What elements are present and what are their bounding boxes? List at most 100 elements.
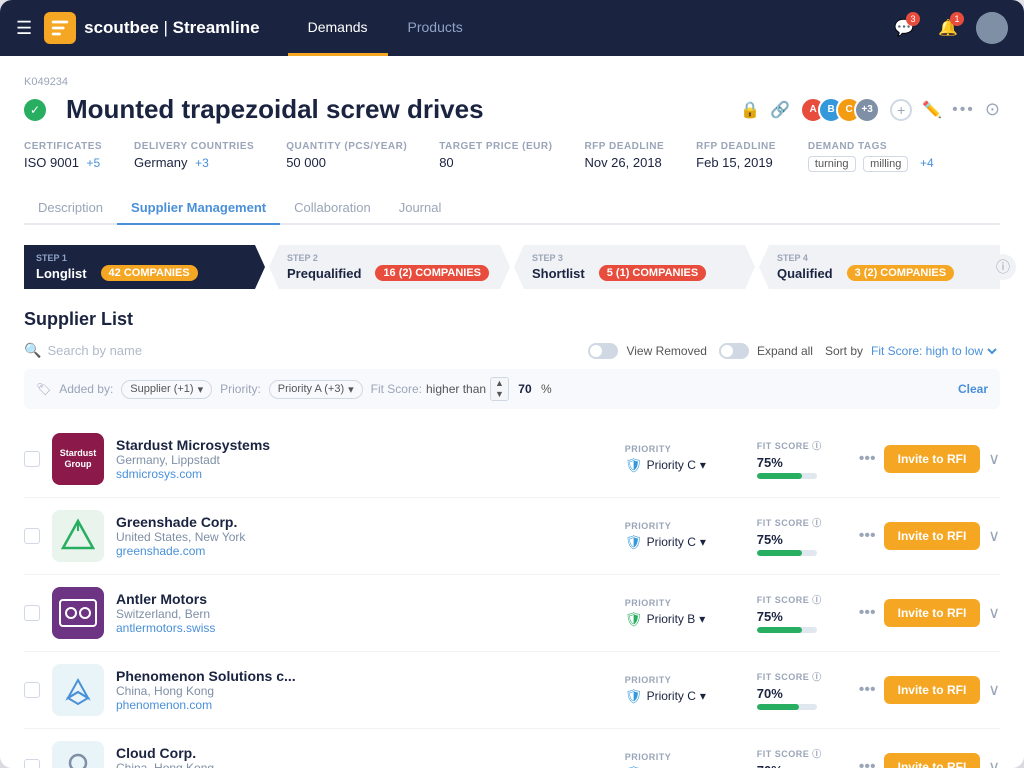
fit-bar-bg-2: [757, 550, 817, 556]
priority-col-label-5: PRIORITY: [625, 752, 745, 762]
step-prequalified[interactable]: STEP 2 Prequalified 16 (2) COMPANIES: [269, 245, 510, 289]
row-checkbox-1[interactable]: [24, 451, 40, 467]
supplier-website-3[interactable]: antlermotors.swiss: [116, 621, 613, 635]
supplier-website-4[interactable]: phenomenon.com: [116, 698, 613, 712]
fit-bar-1: [757, 473, 802, 479]
expand-row-button-5[interactable]: ∨: [988, 757, 1000, 768]
prequalified-badge: 16 (2) COMPANIES: [375, 265, 489, 281]
priority-col-label-3: PRIORITY: [625, 598, 745, 608]
supplier-logo-2: [52, 510, 104, 562]
more-options-button-2[interactable]: •••: [859, 527, 876, 545]
lock-icon[interactable]: 🔒: [740, 100, 760, 120]
fit-score-col-label-3: FIT SCORE ⓘ: [757, 593, 847, 606]
tab-journal[interactable]: Journal: [385, 192, 456, 225]
notifications-button[interactable]: 🔔 1: [932, 12, 964, 44]
invite-button-1[interactable]: Invite to RFI: [884, 445, 981, 473]
step-longlist[interactable]: STEP 1 Longlist 42 COMPANIES: [24, 245, 265, 289]
priority-filter[interactable]: Priority A (+3) ▾: [269, 380, 363, 399]
more-options-button-1[interactable]: •••: [859, 450, 876, 468]
tab-supplier-management[interactable]: Supplier Management: [117, 192, 280, 225]
supplier-website-2[interactable]: greenshade.com: [116, 544, 613, 558]
added-by-label: Added by:: [59, 382, 113, 396]
messages-button[interactable]: 💬 3: [888, 12, 920, 44]
page-title: Mounted trapezoidal screw drives: [66, 94, 484, 125]
user-avatar[interactable]: [976, 12, 1008, 44]
steps-expand-button[interactable]: ⓘ: [990, 254, 1016, 280]
row-checkbox-3[interactable]: [24, 605, 40, 621]
fit-score-filter-label: Fit Score:: [371, 382, 422, 396]
row-actions-1: ••• Invite to RFI ∨: [859, 445, 1000, 473]
steps-row: STEP 1 Longlist 42 COMPANIES STEP 2: [24, 245, 1000, 289]
hamburger-menu[interactable]: ☰: [16, 18, 32, 39]
meta-delivery-value: Germany +3: [134, 155, 254, 170]
priority-badge-2[interactable]: 🛡 Priority C ▾: [625, 534, 706, 551]
sort-select[interactable]: Fit Score: high to low Fit Score: low to…: [867, 343, 1000, 359]
filter-row: 🏷 Added by: Supplier (+1) ▾ Priority: Pr…: [24, 369, 1000, 409]
step-shortlist[interactable]: STEP 3 Shortlist 5 (1) COMPANIES: [514, 245, 755, 289]
fit-score-pct-1: 75%: [757, 455, 847, 470]
expand-row-button-3[interactable]: ∨: [988, 603, 1000, 623]
logo-text: scoutbee | Streamline: [84, 18, 259, 38]
link-icon[interactable]: 🔗: [770, 100, 790, 120]
clear-filters-button[interactable]: Clear: [958, 382, 988, 396]
add-member-button[interactable]: +: [890, 99, 912, 121]
more-options-icon[interactable]: •••: [952, 101, 975, 119]
fit-score-down[interactable]: ▼: [491, 389, 508, 400]
meta-certificates-value: ISO 9001 +5: [24, 155, 102, 170]
supplier-website-1[interactable]: sdmicrosys.com: [116, 467, 613, 481]
expand-row-button-1[interactable]: ∨: [988, 449, 1000, 469]
priority-badge-1[interactable]: 🛡 Priority C ▾: [625, 457, 706, 474]
invite-button-3[interactable]: Invite to RFI: [884, 599, 981, 627]
expand-circle-icon[interactable]: ⊙: [985, 99, 1000, 120]
fit-score-unit: %: [541, 382, 552, 396]
expand-row-button-2[interactable]: ∨: [988, 526, 1000, 546]
supplier-location-1: Germany, Lippstadt: [116, 453, 613, 467]
more-options-button-3[interactable]: •••: [859, 604, 876, 622]
nav-products[interactable]: Products: [388, 0, 483, 56]
supplier-name-4: Phenomenon Solutions c...: [116, 668, 613, 684]
row-actions-2: ••• Invite to RFI ∨: [859, 522, 1000, 550]
row-checkbox-2[interactable]: [24, 528, 40, 544]
expand-all-toggle[interactable]: [719, 343, 749, 359]
filter-icon: 🏷: [36, 382, 51, 396]
tab-collaboration[interactable]: Collaboration: [280, 192, 385, 225]
notifications-badge: 1: [950, 12, 964, 26]
avatar-count: +3: [854, 97, 880, 123]
longlist-badge: 42 COMPANIES: [101, 265, 198, 281]
logo: scoutbee | Streamline: [44, 12, 259, 44]
search-input[interactable]: [47, 343, 207, 358]
row-checkbox-4[interactable]: [24, 682, 40, 698]
supplier-info-1: Stardust Microsystems Germany, Lippstadt…: [116, 437, 613, 481]
added-by-filter[interactable]: Supplier (+1) ▾: [121, 380, 212, 399]
priority-badge-4[interactable]: 🛡 Priority C ▾: [625, 688, 706, 705]
more-options-button-5[interactable]: •••: [859, 758, 876, 768]
fit-score-stepper[interactable]: ▲ ▼: [490, 377, 509, 401]
invite-button-4[interactable]: Invite to RFI: [884, 676, 981, 704]
expand-all-label: Expand all: [757, 344, 813, 358]
expand-row-button-4[interactable]: ∨: [988, 680, 1000, 700]
invite-button-2[interactable]: Invite to RFI: [884, 522, 981, 550]
edit-icon[interactable]: ✏️: [922, 100, 942, 120]
tab-description[interactable]: Description: [24, 192, 117, 225]
supplier-location-2: United States, New York: [116, 530, 613, 544]
row-checkbox-5[interactable]: [24, 759, 40, 768]
fit-score-value: 70: [513, 382, 537, 396]
meta-certificates-label: CERTIFICATES: [24, 141, 102, 152]
priority-col-1: PRIORITY 🛡 Priority C ▾: [625, 444, 745, 475]
priority-badge-3[interactable]: 🛡 Priority B ▾: [625, 611, 706, 628]
view-removed-toggle[interactable]: [588, 343, 618, 359]
invite-button-5[interactable]: Invite to RFI: [884, 753, 981, 768]
row-actions-3: ••• Invite to RFI ∨: [859, 599, 1000, 627]
more-options-button-4[interactable]: •••: [859, 681, 876, 699]
fit-bar-4: [757, 704, 799, 710]
meta-tags-value: turning milling +4: [808, 155, 934, 172]
meta-rfp1-value: Nov 26, 2018: [584, 155, 664, 170]
supplier-logo-3: [52, 587, 104, 639]
meta-certificates: CERTIFICATES ISO 9001 +5: [24, 141, 102, 172]
fit-score-up[interactable]: ▲: [491, 378, 508, 389]
nav-demands[interactable]: Demands: [288, 0, 388, 56]
meta-rfp1-label: RFP DEADLINE: [584, 141, 664, 152]
priority-badge-5[interactable]: 🛡 Priority D ▾: [625, 765, 706, 768]
table-row: Stardust Group Stardust Microsystems Ger…: [24, 421, 1000, 498]
step-qualified[interactable]: STEP 4 Qualified 3 (2) COMPANIES: [759, 245, 1000, 289]
